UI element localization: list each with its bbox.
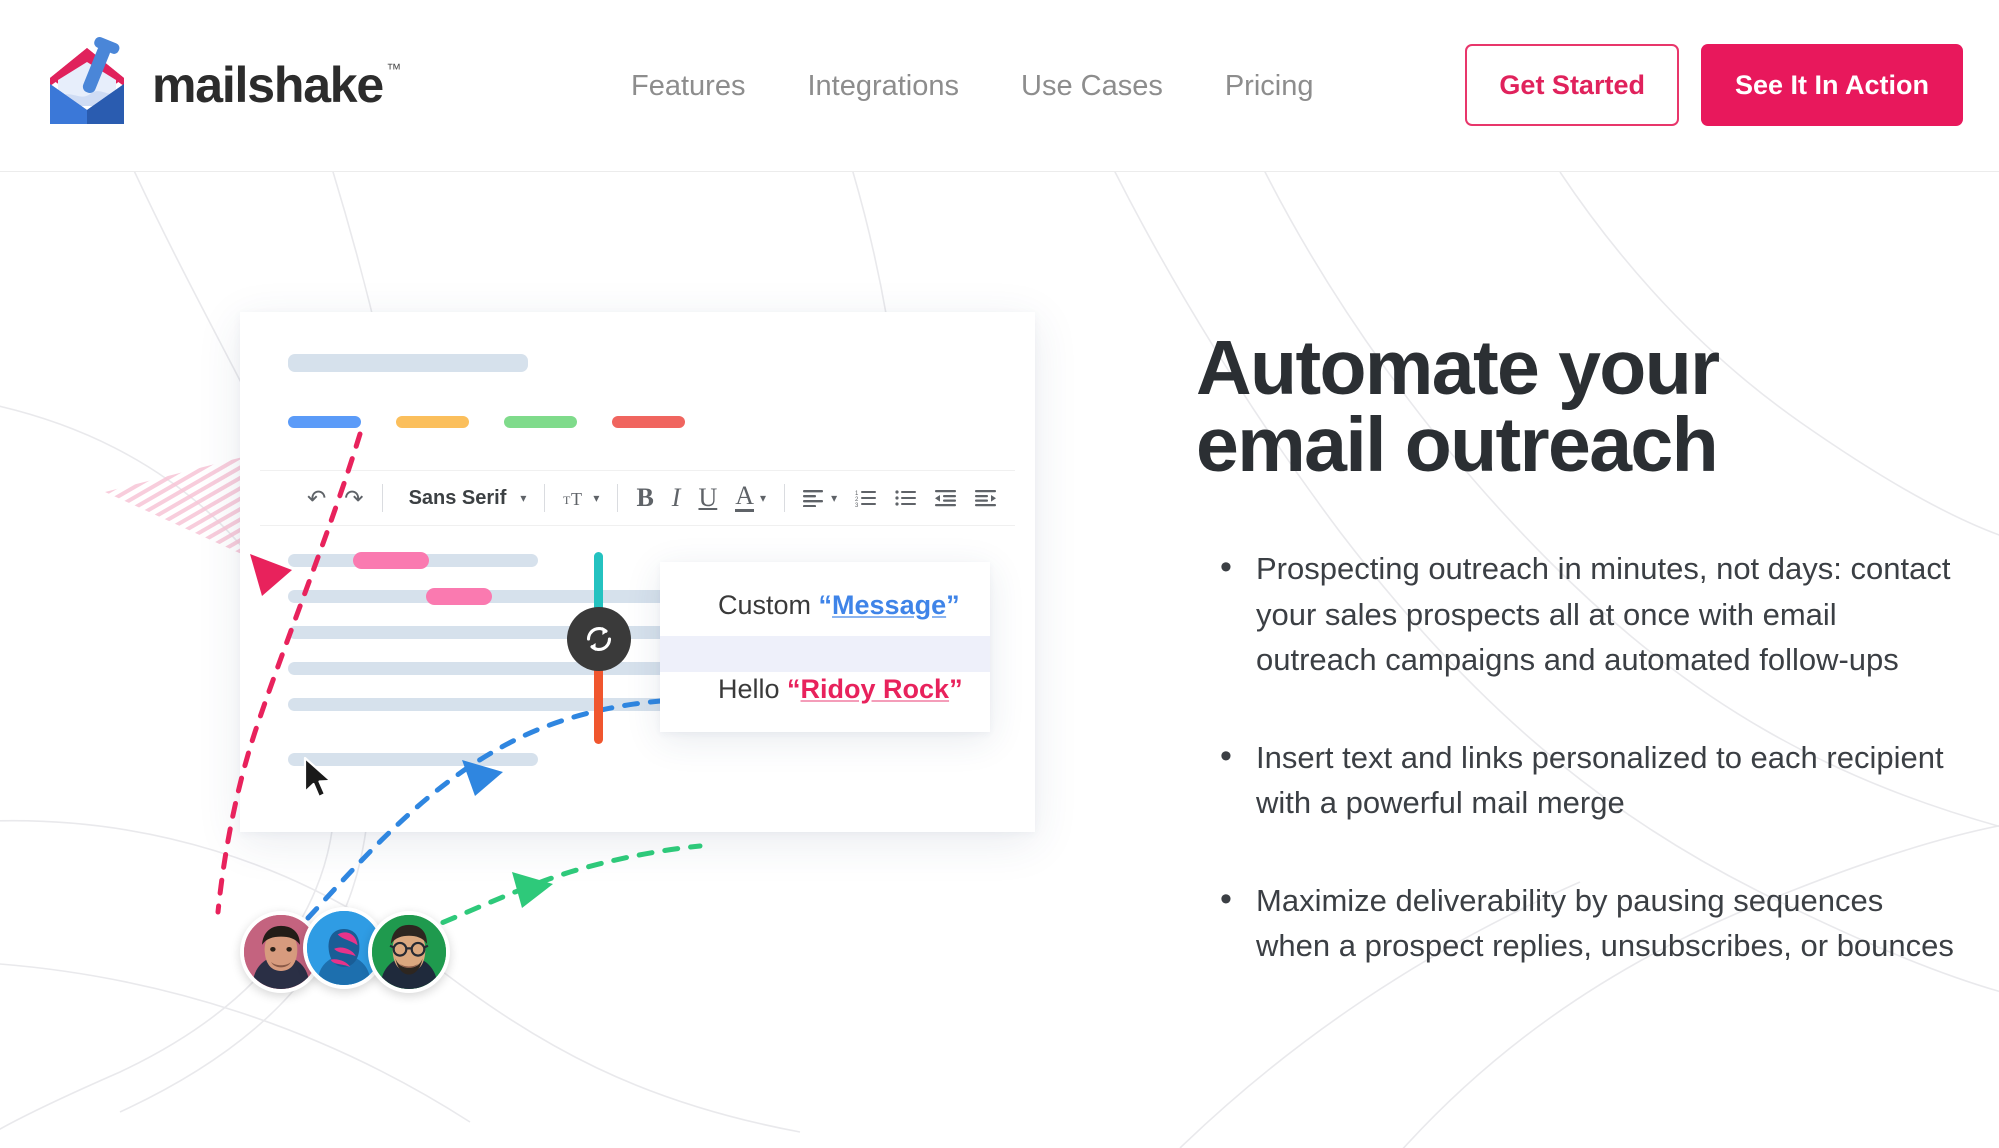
merge-token-recipient-name[interactable]: Ridoy Rock [801, 674, 950, 704]
font-family-value: Sans Serif [408, 486, 507, 509]
hero-content: Automate your email outreach Prospecting… [1196, 330, 1956, 1021]
feature-bullet-list: Prospecting outreach in minutes, not day… [1196, 543, 1956, 969]
merge-row-bottom-open-quote: “ [787, 674, 801, 704]
avatar-recipient-3[interactable] [368, 911, 450, 993]
align-left-icon[interactable]: ▾ [794, 478, 846, 518]
underline-button[interactable]: U [689, 478, 726, 518]
editor-toolbar: ↶ ↷ Sans Serif ▾ T T ▾ B I U A ▾ ▾ 1 2 3 [260, 470, 1015, 526]
page-title: Automate your email outreach [1196, 330, 1956, 484]
headline-line-2: email outreach [1196, 402, 1719, 488]
see-it-in-action-button[interactable]: See It In Action [1700, 44, 1963, 126]
tag-chip-blue [288, 416, 361, 428]
tag-chip-red [612, 416, 685, 428]
undo-icon[interactable]: ↶ [298, 478, 335, 518]
nav-link-integrations[interactable]: Integrations [776, 70, 990, 103]
feature-bullet-item: Prospecting outreach in minutes, not day… [1196, 543, 1956, 683]
chevron-down-icon: ▾ [593, 491, 600, 505]
primary-navigation: Features Integrations Use Cases Pricing [600, 0, 1344, 172]
chevron-down-icon: ▾ [520, 491, 527, 505]
toolbar-divider [381, 484, 383, 512]
chevron-down-icon: ▾ [831, 491, 838, 505]
sync-refresh-icon[interactable] [567, 607, 631, 671]
merge-token-message[interactable]: Message [832, 590, 946, 620]
mouse-pointer-cursor [302, 756, 336, 807]
merge-preview-row-top: Custom “Message” [718, 590, 960, 621]
indent-decrease-icon[interactable] [926, 478, 966, 518]
merge-highlight-1 [353, 552, 429, 569]
feature-bullet-item: Maximize deliverability by pausing seque… [1196, 875, 1956, 969]
site-header: mailshake ™ Features Integrations Use Ca… [0, 0, 1999, 172]
merge-row-top-open-quote: “ [818, 590, 833, 620]
merge-row-top-prefix: Custom [718, 590, 819, 620]
chevron-down-icon: ▾ [760, 491, 767, 505]
headline-line-1: Automate your [1196, 325, 1720, 411]
text-color-icon: A [735, 481, 755, 512]
landing-page: mailshake ™ Features Integrations Use Ca… [0, 0, 1999, 1148]
logo-wordmark-text: mailshake [152, 57, 384, 113]
nav-link-pricing[interactable]: Pricing [1194, 70, 1345, 103]
svg-text:3: 3 [855, 503, 859, 507]
merge-row-bottom-close-quote: ” [949, 674, 963, 704]
toolbar-divider [544, 484, 546, 512]
envelope-shake-logo-icon [38, 36, 136, 134]
merge-preview-card: Custom “Message” Hello “Ridoy Rock” [567, 552, 990, 744]
redo-icon[interactable]: ↷ [335, 478, 372, 518]
toolbar-divider [784, 484, 786, 512]
toolbar-divider [617, 484, 619, 512]
logo[interactable]: mailshake ™ [38, 36, 401, 134]
bold-button[interactable]: B [627, 478, 662, 518]
tag-chip-yellow [396, 416, 469, 428]
font-size-icon: T T [563, 489, 582, 509]
editor-tag-chips [288, 416, 685, 428]
merge-row-bottom-prefix: Hello [718, 674, 788, 704]
get-started-button[interactable]: Get Started [1465, 44, 1679, 126]
bulleted-list-icon[interactable] [886, 478, 926, 518]
indent-increase-icon[interactable] [966, 478, 1006, 518]
logo-wordmark: mailshake ™ [152, 57, 401, 113]
arrow-head-green [512, 872, 553, 908]
hero-illustration: ↶ ↷ Sans Serif ▾ T T ▾ B I U A ▾ ▾ 1 2 3… [0, 172, 1160, 1148]
header-cta-group: Get Started See It In Action [1465, 44, 1963, 126]
italic-button[interactable]: I [663, 478, 690, 518]
svg-text:T: T [571, 489, 582, 509]
font-size-dropdown[interactable]: T T ▾ [554, 478, 608, 518]
logo-trademark: ™ [386, 61, 401, 78]
merge-preview-band [660, 636, 990, 672]
numbered-list-icon[interactable]: 1 2 3 [846, 478, 886, 518]
nav-link-features[interactable]: Features [600, 70, 776, 103]
font-family-dropdown[interactable]: Sans Serif ▾ [392, 478, 536, 518]
editor-subject-placeholder-bar [288, 354, 528, 372]
tag-chip-green [504, 416, 577, 428]
merge-preview-row-bottom: Hello “Ridoy Rock” [718, 674, 963, 705]
merge-row-top-close-quote: ” [946, 590, 960, 620]
text-color-button[interactable]: A ▾ [726, 478, 775, 518]
svg-text:T: T [563, 493, 571, 507]
nav-link-use-cases[interactable]: Use Cases [990, 70, 1194, 103]
merge-highlight-2 [426, 588, 492, 605]
feature-bullet-item: Insert text and links personalized to ea… [1196, 732, 1956, 826]
